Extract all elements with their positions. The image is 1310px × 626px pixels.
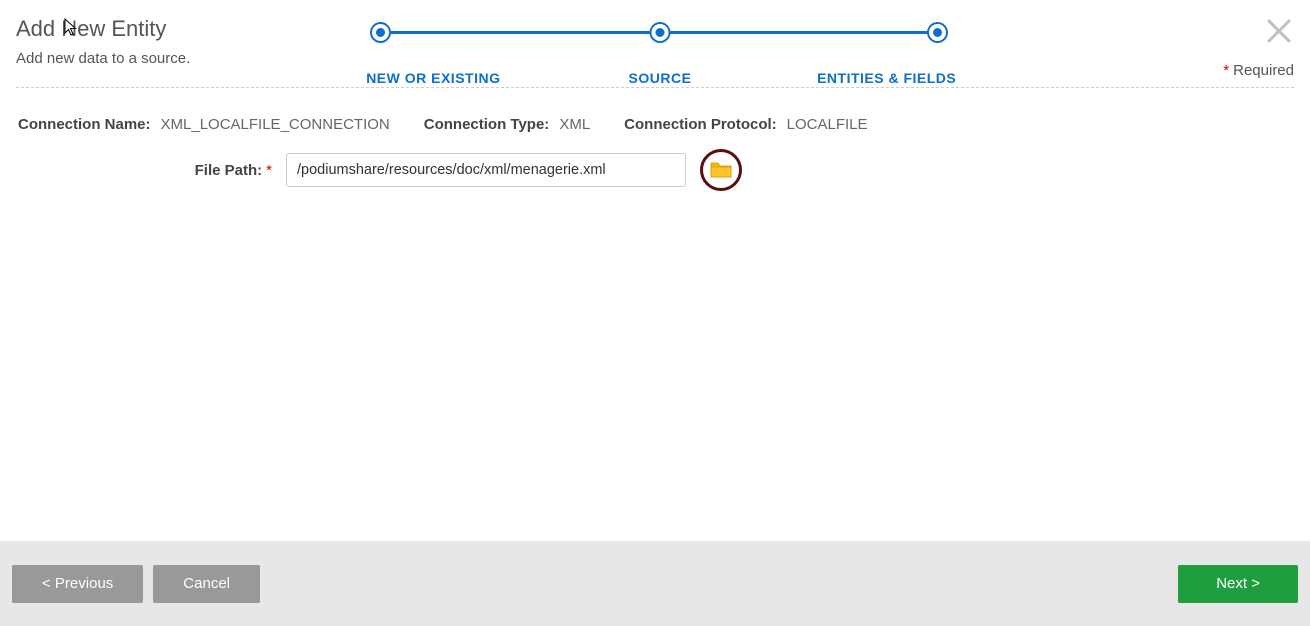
footer: < Previous Cancel Next > (0, 541, 1310, 626)
step-label-1[interactable]: NEW OR EXISTING (320, 70, 547, 86)
cancel-button[interactable]: Cancel (153, 565, 260, 603)
step-dot-2[interactable] (652, 24, 669, 41)
stepper: NEW OR EXISTING SOURCE ENTITIES & FIELDS (320, 24, 1000, 86)
step-dot-3[interactable] (929, 24, 946, 41)
connection-name-value: XML_LOCALFILE_CONNECTION (161, 116, 390, 133)
file-path-input[interactable] (286, 153, 686, 187)
connection-type-value: XML (559, 116, 590, 133)
next-button[interactable]: Next > (1178, 565, 1298, 603)
folder-icon (709, 160, 733, 180)
connection-name-label: Connection Name: (18, 116, 151, 133)
file-path-label: File Path:* (18, 162, 276, 179)
connection-protocol-value: LOCALFILE (787, 116, 868, 133)
close-button[interactable] (1266, 18, 1292, 44)
close-icon (1266, 18, 1292, 44)
required-note: *Required (1223, 62, 1294, 79)
step-label-2[interactable]: SOURCE (547, 70, 774, 86)
step-label-3[interactable]: ENTITIES & FIELDS (773, 70, 1000, 86)
browse-button[interactable] (700, 149, 742, 191)
connection-protocol-label: Connection Protocol: (624, 116, 777, 133)
previous-button[interactable]: < Previous (12, 565, 143, 603)
connection-type-label: Connection Type: (424, 116, 550, 133)
step-dot-1[interactable] (372, 24, 389, 41)
